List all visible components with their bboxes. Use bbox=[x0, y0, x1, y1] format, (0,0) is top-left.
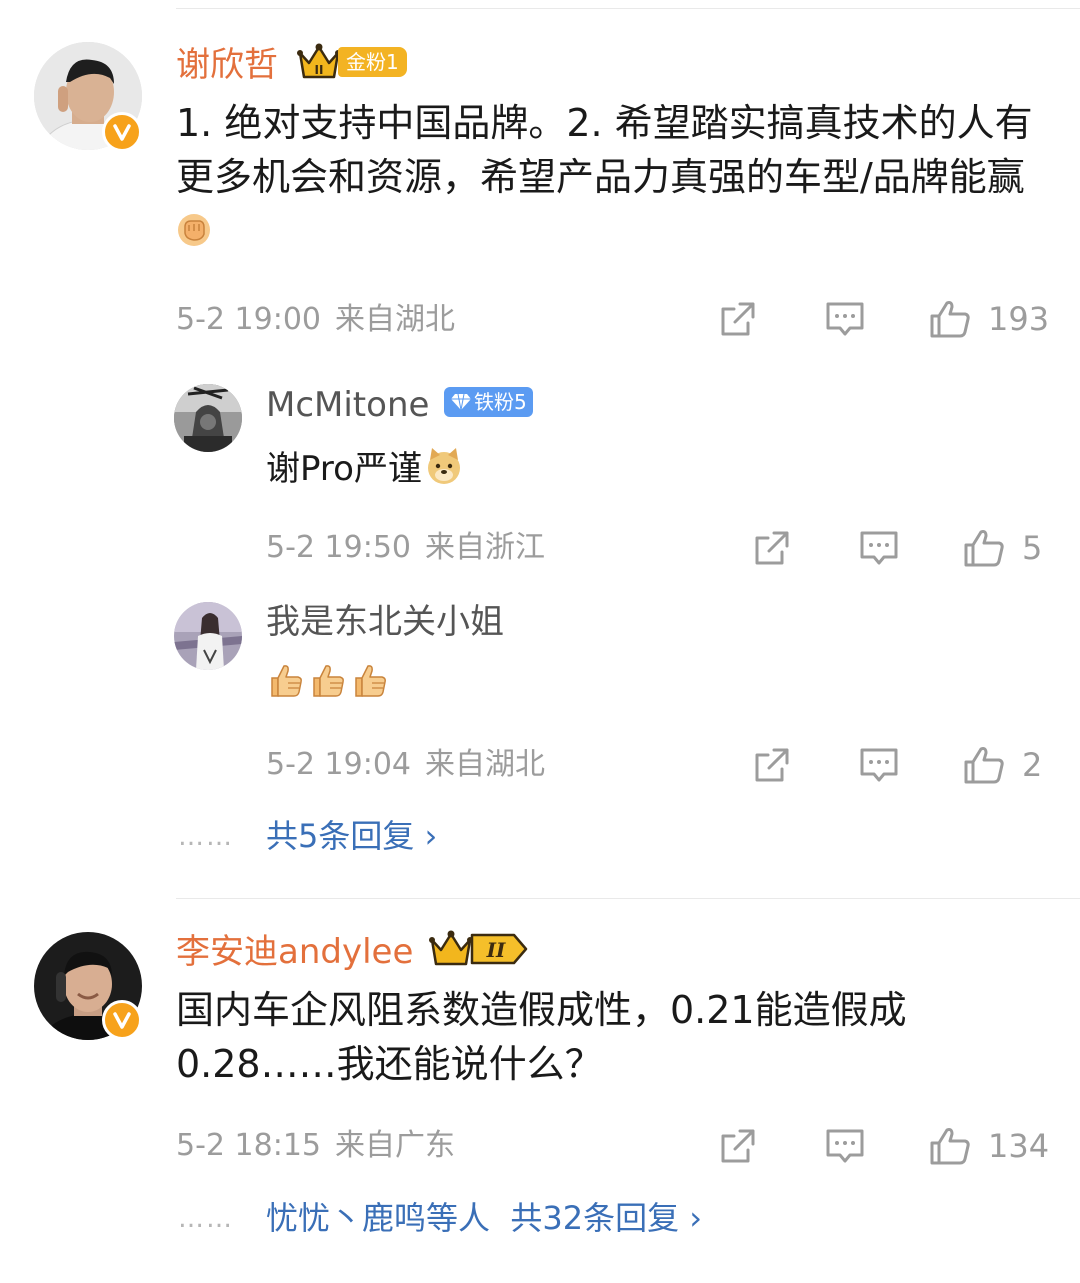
like-count: 5 bbox=[1022, 529, 1043, 567]
comment-text: 1. 绝对支持中国品牌。2. 希望踏实搞真技术的人有更多机会和资源，希望产品力真… bbox=[176, 96, 1056, 258]
comment-location: 来自湖北 bbox=[335, 302, 455, 337]
comment-meta: 5-2 19:00 来自湖北 bbox=[176, 302, 455, 338]
reply-button[interactable] bbox=[824, 1126, 866, 1166]
comment-actions: 193 bbox=[718, 298, 1049, 340]
reply-meta: 5-2 19:04 来自湖北 bbox=[266, 747, 545, 783]
fan-badge-label: 金粉1 bbox=[338, 47, 407, 77]
like-button[interactable]: 5 bbox=[962, 527, 1042, 569]
fan-badge-label: 铁粉5 bbox=[444, 387, 533, 417]
thumbs-up-emoji bbox=[271, 665, 302, 697]
reply-button[interactable] bbox=[824, 299, 866, 339]
reply-button[interactable] bbox=[858, 528, 900, 568]
comment-meta: 5-2 18:15 来自广东 bbox=[176, 1128, 455, 1164]
comment-icon bbox=[826, 1129, 864, 1163]
like-icon bbox=[964, 530, 1004, 567]
like-button[interactable]: 193 bbox=[928, 298, 1049, 340]
reply-meta: 5-2 19:50 来自浙江 bbox=[266, 530, 545, 566]
like-button[interactable]: 2 bbox=[962, 744, 1042, 786]
like-icon bbox=[930, 1128, 970, 1165]
share-icon bbox=[721, 1129, 755, 1163]
comment-username[interactable]: 李安迪andylee bbox=[176, 932, 413, 972]
comment-username[interactable]: 谢欣哲 bbox=[176, 45, 278, 85]
comment-location: 来自广东 bbox=[335, 1128, 455, 1163]
like-count: 134 bbox=[988, 1127, 1050, 1165]
like-count: 193 bbox=[988, 300, 1050, 338]
level-badge[interactable]: II bbox=[428, 930, 530, 968]
verified-v-icon bbox=[102, 112, 142, 152]
share-icon bbox=[721, 302, 755, 336]
comment-actions: 134 bbox=[718, 1125, 1049, 1167]
avatar[interactable] bbox=[174, 384, 242, 452]
share-button[interactable] bbox=[752, 528, 792, 568]
diamond-icon bbox=[451, 393, 471, 411]
thumbs-up-emoji bbox=[355, 665, 386, 697]
reply-username[interactable]: 我是东北关小姐 bbox=[266, 602, 504, 642]
comment-icon bbox=[826, 302, 864, 336]
share-icon bbox=[755, 531, 789, 565]
level-chevron-icon: II bbox=[470, 933, 528, 965]
reply-time: 5-2 19:04 bbox=[266, 747, 411, 782]
doge-emoji bbox=[427, 448, 460, 484]
reply-location: 来自浙江 bbox=[425, 530, 545, 565]
avatar[interactable] bbox=[174, 602, 242, 670]
svg-text:II: II bbox=[486, 938, 506, 962]
like-button[interactable]: 134 bbox=[928, 1125, 1049, 1167]
reply-emoji-row bbox=[266, 662, 388, 700]
dots-separator: …… bbox=[178, 822, 234, 852]
divider bbox=[176, 898, 1080, 899]
fan-badge[interactable]: 铁粉5 bbox=[444, 387, 533, 417]
comment-time: 5-2 19:00 bbox=[176, 302, 321, 337]
share-button[interactable] bbox=[752, 745, 792, 785]
dots-separator: …… bbox=[178, 1204, 234, 1234]
verified-v-icon bbox=[102, 1000, 142, 1040]
like-icon bbox=[930, 301, 970, 338]
reply-button[interactable] bbox=[858, 745, 900, 785]
comment-icon bbox=[860, 531, 898, 565]
divider-top bbox=[176, 8, 1080, 9]
svg-text:II: II bbox=[315, 63, 324, 77]
reply-text: 谢Pro严谨 bbox=[266, 446, 464, 492]
fist-emoji bbox=[178, 214, 210, 246]
comment-time: 5-2 18:15 bbox=[176, 1128, 321, 1163]
thumbs-up-emoji bbox=[313, 665, 344, 697]
share-button[interactable] bbox=[718, 1126, 758, 1166]
comment-icon bbox=[860, 748, 898, 782]
like-icon bbox=[964, 747, 1004, 784]
reply-username[interactable]: McMitone bbox=[266, 385, 429, 425]
crown-icon: II bbox=[297, 43, 341, 79]
reply-time: 5-2 19:50 bbox=[266, 530, 411, 565]
reply-actions: 2 bbox=[752, 744, 1042, 786]
reply-location: 来自湖北 bbox=[425, 747, 545, 782]
like-count: 2 bbox=[1022, 746, 1043, 784]
crown-icon bbox=[429, 930, 473, 966]
reply-actions: 5 bbox=[752, 527, 1042, 569]
comment-text: 国内车企风阻系数造假成性，0.21能造假成0.28……我还能说什么？ bbox=[176, 988, 907, 1086]
share-icon bbox=[755, 748, 789, 782]
share-button[interactable] bbox=[718, 299, 758, 339]
fan-badge[interactable]: II 金粉1 bbox=[296, 43, 407, 81]
more-replies-link[interactable]: 共5条回复 › bbox=[266, 816, 437, 856]
more-replies-link[interactable]: 忧忧丶鹿鸣等人 共32条回复 › bbox=[266, 1198, 702, 1238]
